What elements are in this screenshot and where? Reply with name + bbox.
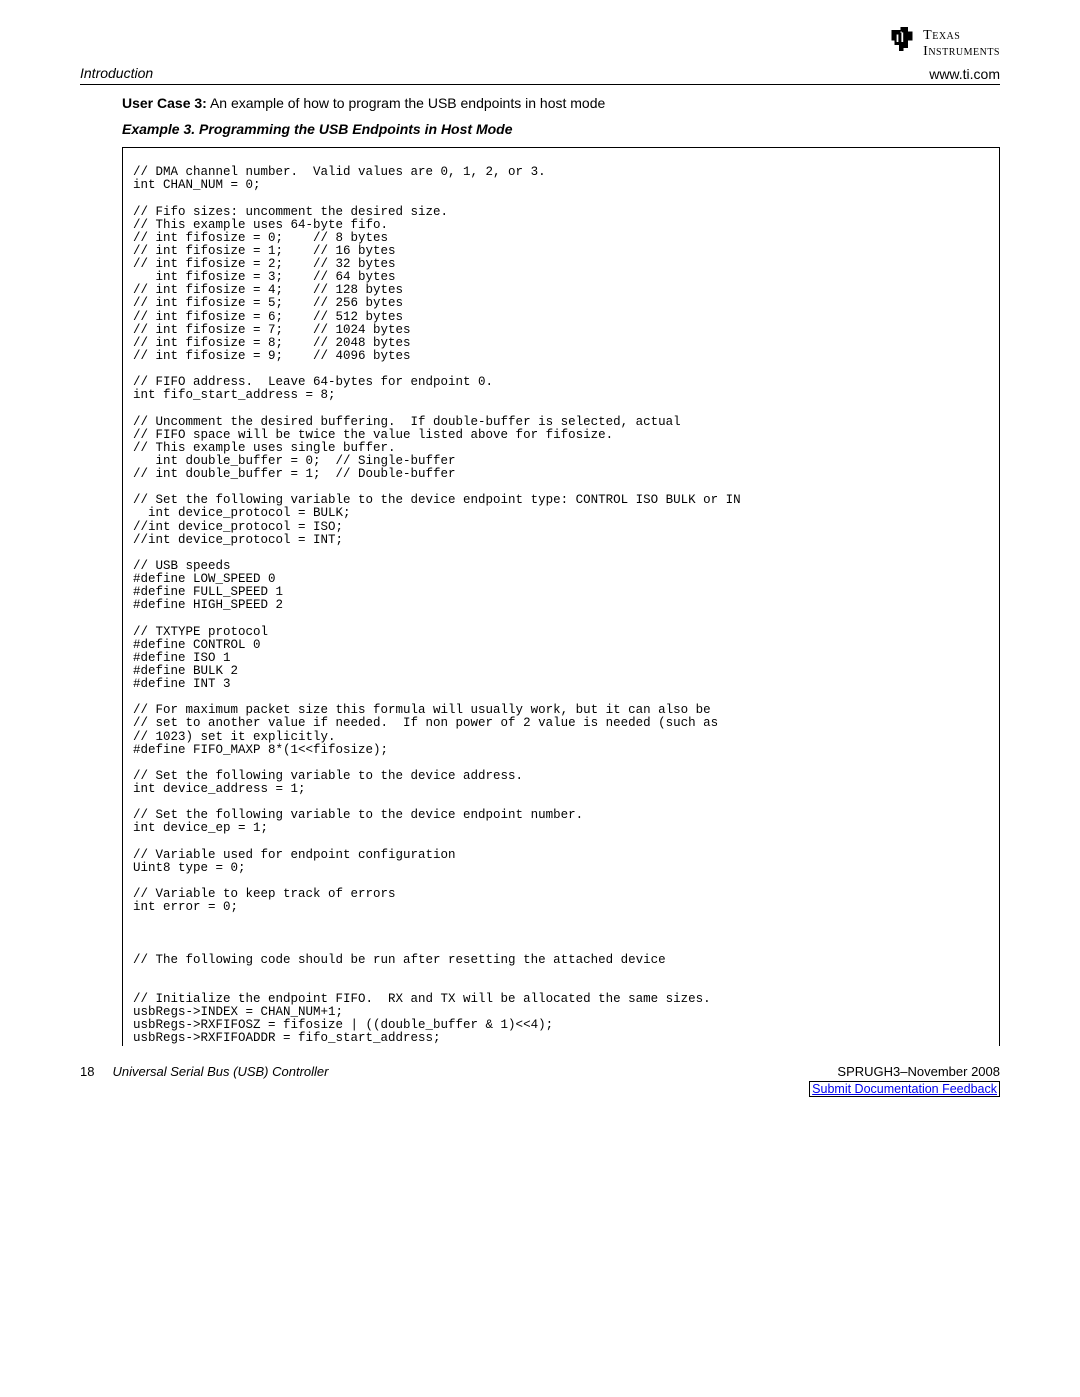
ti-chip-icon (887, 24, 917, 54)
ti-logo-text: Texas Instruments (923, 28, 1000, 60)
header-url: www.ti.com (929, 66, 1000, 82)
code-listing: // DMA channel number. Valid values are … (122, 147, 1000, 1045)
user-case-text: An example of how to program the USB end… (207, 95, 605, 111)
user-case-label: User Case 3: (122, 95, 207, 111)
section-title: Introduction (80, 65, 153, 82)
page: Introduction Texas Instruments www.ti.co… (0, 0, 1080, 1117)
user-case-line: User Case 3: An example of how to progra… (122, 95, 1000, 111)
footer-right: SPRUGH3–November 2008 Submit Documentati… (809, 1064, 1000, 1097)
page-footer: 18 Universal Serial Bus (USB) Controller… (80, 1064, 1000, 1097)
feedback-link[interactable]: Submit Documentation Feedback (809, 1081, 1000, 1097)
logo-line2: Instruments (923, 44, 1000, 60)
page-number: 18 (80, 1064, 94, 1079)
page-header: Introduction Texas Instruments www.ti.co… (80, 28, 1000, 85)
header-right: Texas Instruments www.ti.com (887, 28, 1000, 82)
doc-id-date: SPRUGH3–November 2008 (809, 1064, 1000, 1079)
example-title: Example 3. Programming the USB Endpoints… (122, 121, 1000, 137)
footer-left: 18 Universal Serial Bus (USB) Controller (80, 1064, 328, 1079)
content-area: User Case 3: An example of how to progra… (122, 95, 1000, 1045)
logo-line1: Texas (923, 28, 1000, 44)
ti-logo: Texas Instruments (887, 28, 1000, 60)
doc-title: Universal Serial Bus (USB) Controller (112, 1064, 328, 1079)
